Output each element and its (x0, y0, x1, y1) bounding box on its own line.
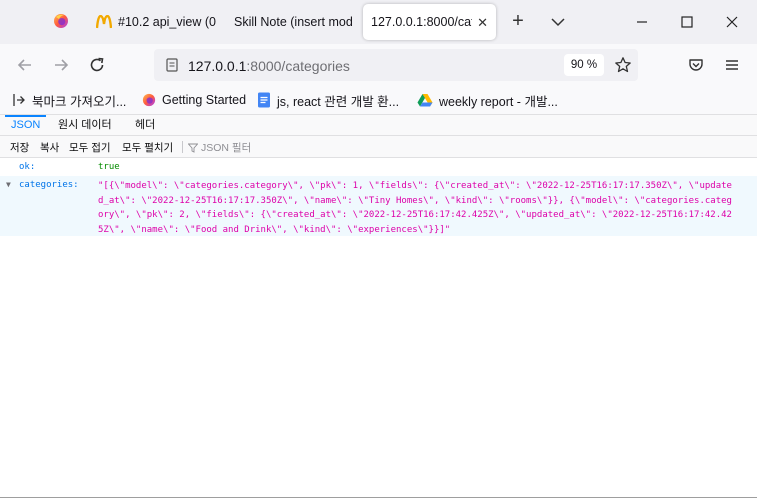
google-docs-icon (257, 92, 271, 108)
import-icon (12, 93, 26, 107)
chevron-down-icon[interactable] (546, 11, 570, 33)
close-icon[interactable]: ✕ (477, 15, 488, 31)
json-value-boolean: true (98, 162, 120, 172)
reload-icon[interactable] (85, 53, 109, 77)
bookmarks-toolbar: 북마크 가져오기... Getting Started js, react 관련… (0, 86, 757, 114)
star-icon[interactable] (614, 56, 632, 79)
firefox-icon (142, 93, 156, 107)
bookmark-weekly-report[interactable]: weekly report - 개발... (417, 90, 558, 110)
hamburger-menu-icon[interactable] (720, 53, 744, 77)
bookmark-label: 북마크 가져오기... (32, 94, 127, 109)
tab-title: Skill Note (insert mod (234, 15, 353, 29)
pocket-icon[interactable] (684, 53, 708, 77)
bookmark-import[interactable]: 북마크 가져오기... (12, 90, 126, 110)
tab-categories-active[interactable]: 127.0.0.1:8000/cate ✕ (363, 4, 496, 40)
bookmark-js-react[interactable]: js, react 관련 개발 환... (257, 90, 399, 110)
json-row-categories[interactable]: ▼ categories: "[{\"model\": \"categories… (0, 176, 757, 236)
bookmark-label: js, react 관련 개발 환... (277, 94, 400, 109)
filter-icon (188, 143, 198, 153)
url-path: :8000/categories (246, 58, 350, 74)
firefox-icon (53, 13, 69, 32)
mcdonalds-arches-icon (96, 15, 112, 29)
tab-firefox-pinned[interactable] (38, 4, 84, 40)
plus-icon[interactable]: + (506, 9, 530, 35)
page-info-icon[interactable] (165, 58, 179, 77)
expand-all-button[interactable]: 모두 펼치기 (122, 140, 173, 155)
tab-raw-data[interactable]: 원시 데이터 (52, 115, 118, 136)
collapse-all-button[interactable]: 모두 접기 (69, 140, 111, 155)
forward-arrow-icon[interactable] (49, 53, 73, 77)
tab-api-view[interactable]: #10.2 api_view (0 (90, 4, 216, 40)
bookmark-label: weekly report - 개발... (439, 94, 558, 109)
json-key: ok: (19, 162, 36, 172)
save-button[interactable]: 저장 (10, 140, 29, 155)
maximize-icon[interactable] (675, 10, 699, 34)
bookmark-getting-started[interactable]: Getting Started (142, 90, 246, 110)
json-viewer-tabs: JSON 원시 데이터 헤더 (0, 114, 757, 136)
google-drive-icon (417, 93, 433, 107)
tab-json[interactable]: JSON (5, 115, 47, 136)
url-text: 127.0.0.1:8000/categories (188, 58, 350, 74)
filter-placeholder: JSON 필터 (201, 142, 252, 154)
back-arrow-icon[interactable] (13, 53, 37, 77)
expand-triangle-icon[interactable]: ▼ (6, 180, 11, 189)
minimize-icon[interactable] (630, 10, 654, 34)
tab-title: #10.2 api_view (0 (118, 15, 216, 29)
url-host: 127.0.0.1 (188, 58, 247, 74)
tab-title: 127.0.0.1:8000/cate (371, 15, 472, 29)
close-icon[interactable] (720, 10, 744, 34)
json-row-ok[interactable]: ok: true (0, 158, 757, 176)
json-value-string: "[{\"model\": \"categories.category\", \… (98, 181, 732, 235)
navigation-toolbar: 127.0.0.1:8000/categories 90 % (0, 44, 757, 86)
bookmark-label: Getting Started (162, 93, 247, 107)
json-key: categories: (19, 180, 79, 190)
json-filter-input[interactable]: JSON 필터 (188, 140, 251, 155)
json-viewer-toolbar: 저장 복사 모두 접기 모두 펼치기 JSON 필터 (0, 136, 757, 158)
tab-strip: #10.2 api_view (0 Skill Note (insert mod… (0, 0, 757, 44)
copy-button[interactable]: 복사 (40, 140, 59, 155)
url-bar[interactable]: 127.0.0.1:8000/categories 90 % (154, 49, 638, 81)
toolbar-divider (182, 141, 183, 153)
tab-skill-note[interactable]: Skill Note (insert mod (224, 4, 354, 40)
tab-headers[interactable]: 헤더 (129, 115, 161, 136)
zoom-level-button[interactable]: 90 % (564, 54, 604, 76)
